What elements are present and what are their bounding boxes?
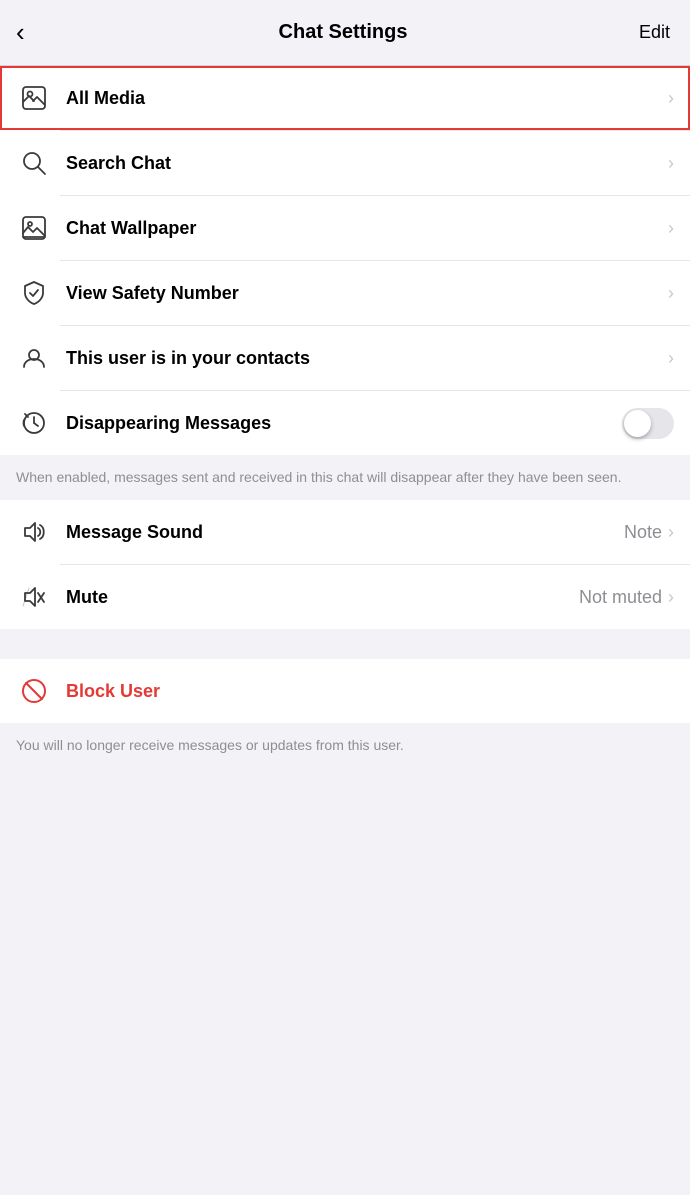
safety-number-label: View Safety Number <box>66 283 668 304</box>
mute-item[interactable]: Mute Not muted › <box>0 565 690 629</box>
message-sound-label: Message Sound <box>66 522 624 543</box>
search-icon <box>16 145 52 181</box>
contacts-item[interactable]: This user is in your contacts › <box>0 326 690 390</box>
block-user-item[interactable]: Block User <box>0 659 690 723</box>
mute-label: Mute <box>66 587 579 608</box>
safety-icon <box>16 275 52 311</box>
all-media-chevron: › <box>668 88 674 109</box>
search-chat-item[interactable]: Search Chat › <box>0 131 690 195</box>
notifications-section: Message Sound Note › Mute Not muted › <box>0 500 690 629</box>
page-title: Chat Settings <box>56 21 630 44</box>
mute-value: Not muted <box>579 587 662 608</box>
mute-icon <box>16 579 52 615</box>
search-chat-chevron: › <box>668 153 674 174</box>
main-settings-section: All Media › Search Chat › Chat Wallpaper… <box>0 66 690 455</box>
chat-wallpaper-label: Chat Wallpaper <box>66 218 668 239</box>
disappearing-icon <box>16 405 52 441</box>
block-user-description: You will no longer receive messages or u… <box>0 723 690 768</box>
contacts-label: This user is in your contacts <box>66 348 668 369</box>
section-gap-2 <box>0 629 690 659</box>
safety-number-chevron: › <box>668 283 674 304</box>
contacts-chevron: › <box>668 348 674 369</box>
message-sound-item[interactable]: Message Sound Note › <box>0 500 690 564</box>
contact-icon <box>16 340 52 376</box>
toggle-knob <box>624 410 651 437</box>
chat-wallpaper-item[interactable]: Chat Wallpaper › <box>0 196 690 260</box>
disappearing-messages-item[interactable]: Disappearing Messages <box>0 391 690 455</box>
sound-icon <box>16 514 52 550</box>
message-sound-chevron: › <box>668 522 674 543</box>
disappearing-messages-toggle[interactable] <box>622 408 674 439</box>
disappearing-messages-description: When enabled, messages sent and received… <box>0 455 690 500</box>
block-icon <box>16 673 52 709</box>
app-header: ‹ Chat Settings Edit <box>0 0 690 66</box>
block-section: Block User <box>0 659 690 723</box>
all-media-label: All Media <box>66 88 668 109</box>
search-chat-label: Search Chat <box>66 153 668 174</box>
back-button[interactable]: ‹ <box>16 17 56 48</box>
all-media-item[interactable]: All Media › <box>0 66 690 130</box>
media-icon <box>16 80 52 116</box>
wallpaper-icon <box>16 210 52 246</box>
message-sound-value: Note <box>624 522 662 543</box>
block-user-label: Block User <box>66 681 160 702</box>
edit-button[interactable]: Edit <box>630 22 670 43</box>
safety-number-item[interactable]: View Safety Number › <box>0 261 690 325</box>
disappearing-messages-label: Disappearing Messages <box>66 413 622 434</box>
chat-wallpaper-chevron: › <box>668 218 674 239</box>
mute-chevron: › <box>668 587 674 608</box>
